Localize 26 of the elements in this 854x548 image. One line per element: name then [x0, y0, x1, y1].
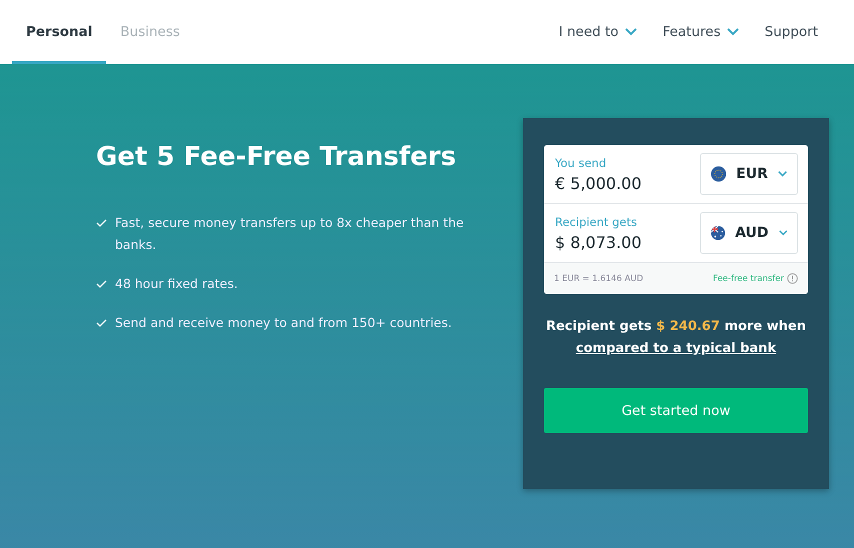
- info-icon[interactable]: [787, 273, 798, 284]
- check-icon: [96, 219, 107, 227]
- chevron-down-icon: [778, 170, 787, 178]
- exchange-rate: 1 EUR = 1.6146 AUD: [554, 274, 644, 284]
- feature-text: Send and receive money to and from 150+ countries.: [115, 314, 452, 332]
- chevron-down-icon: [624, 28, 637, 36]
- fee-note: Fee-free transfer: [713, 274, 784, 284]
- check-icon: [96, 319, 107, 327]
- amount-field[interactable]: $ 8,073.00: [555, 232, 642, 252]
- feature-text: 48 hour fixed rates.: [115, 275, 238, 293]
- hero-title: Get 5 Fee-Free Transfers: [96, 142, 458, 172]
- currency-select[interactable]: EUR: [700, 153, 798, 195]
- menu-link[interactable]: I need to: [558, 24, 619, 40]
- chevron-down-icon: [726, 28, 739, 36]
- comparison-link[interactable]: compared to a typical bank: [576, 341, 776, 356]
- currency-select[interactable]: AUD: [700, 212, 798, 254]
- feature-text: Fast, secure money transfers up to 8x cheaper than the banks.: [115, 214, 465, 254]
- field-label: Recipient gets: [555, 214, 638, 228]
- chevron-down-icon: [778, 229, 787, 237]
- menu-link[interactable]: Features: [662, 24, 721, 40]
- check-icon: [96, 280, 107, 288]
- savings-text: Recipient gets $ 240.67 more when compared to a typical bank: [544, 318, 808, 358]
- menu-link[interactable]: Support: [764, 24, 818, 40]
- amount-field[interactable]: € 5,000.00: [555, 174, 642, 192]
- field-label: You send: [555, 156, 608, 170]
- flag-icon: [711, 164, 726, 184]
